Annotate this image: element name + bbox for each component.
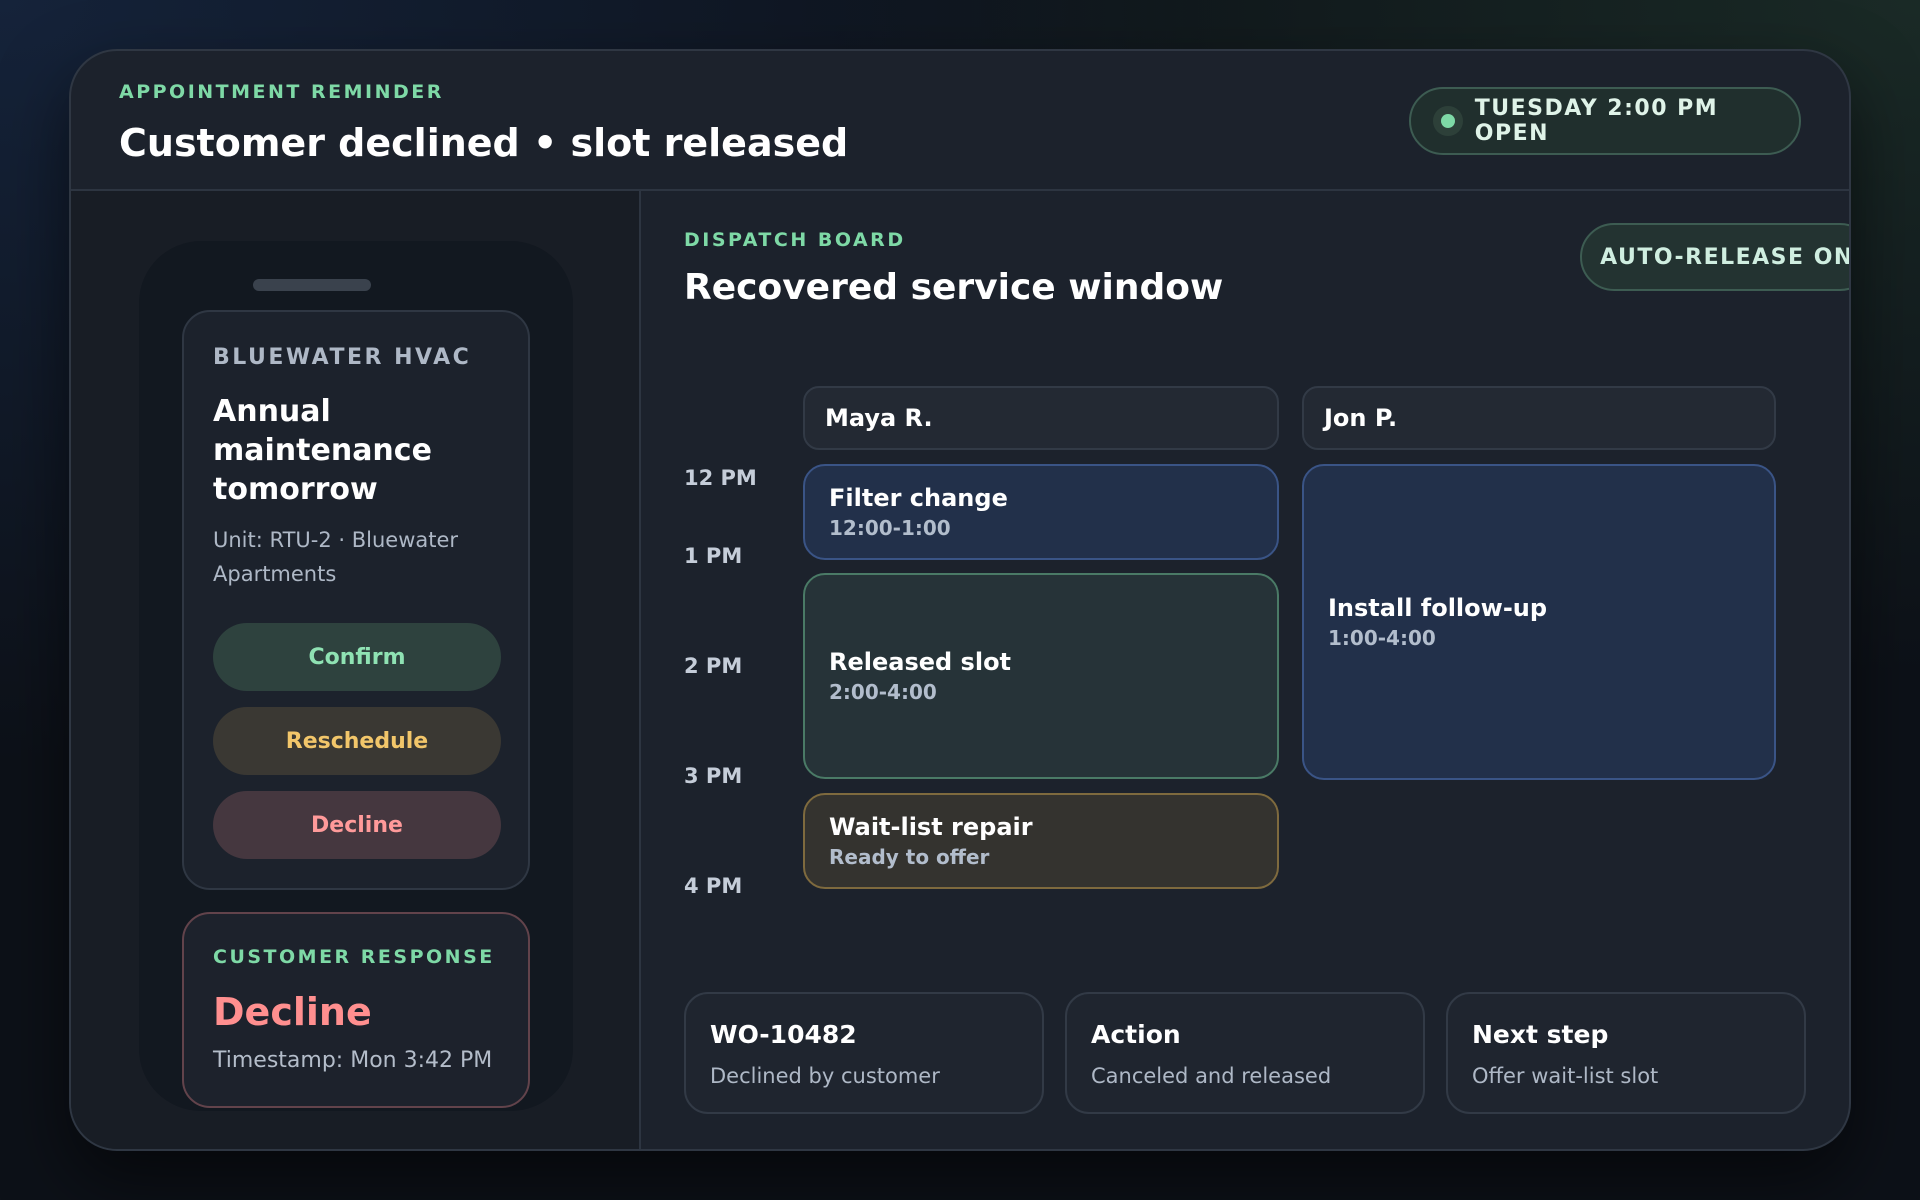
time-label-4pm: 4 PM [684, 874, 743, 898]
panel-header: APPOINTMENT REMINDER Customer declined •… [71, 51, 1849, 191]
reminder-panel: APPOINTMENT REMINDER Customer declined •… [69, 49, 1851, 1151]
dispatch-eyebrow: DISPATCH BOARD [684, 229, 906, 251]
next-step-card: Next step Offer wait-list slot [1446, 992, 1806, 1114]
appointment-released-slot[interactable]: Released slot 2:00-4:00 [803, 573, 1279, 779]
sms-reminder-card: BLUEWATER HVAC Annual maintenance tomorr… [182, 310, 530, 890]
dispatch-title: Recovered service window [684, 267, 1224, 308]
appointment-title: Filter change [829, 484, 1008, 512]
next-step-detail: Offer wait-list slot [1472, 1064, 1659, 1088]
auto-release-toggle[interactable]: AUTO-RELEASE ON [1580, 223, 1849, 291]
technician-column-jon: Jon P. [1302, 386, 1776, 450]
work-order-status: Declined by customer [710, 1064, 940, 1088]
time-label-2pm: 2 PM [684, 654, 743, 678]
page-title: Customer declined • slot released [119, 121, 849, 165]
time-label-3pm: 3 PM [684, 764, 743, 788]
work-order-card: WO-10482 Declined by customer [684, 992, 1044, 1114]
dispatch-board: DISPATCH BOARD Recovered service window … [643, 191, 1849, 1149]
customer-response-card: CUSTOMER RESPONSE Decline Timestamp: Mon… [182, 912, 530, 1108]
reschedule-button[interactable]: Reschedule [213, 707, 501, 775]
company-brand: BLUEWATER HVAC [213, 345, 472, 370]
appointment-title: Wait-list repair [829, 813, 1033, 841]
slot-status-label: TUESDAY 2:00 PM OPEN [1474, 96, 1719, 146]
next-step-title: Next step [1472, 1020, 1609, 1049]
appointment-title: Released slot [829, 648, 1012, 676]
response-timestamp: Timestamp: Mon 3:42 PM [213, 1048, 493, 1073]
action-detail: Canceled and released [1091, 1064, 1332, 1088]
appointment-time: 2:00-4:00 [829, 680, 937, 704]
status-dot-icon [1433, 106, 1463, 136]
header-eyebrow: APPOINTMENT REMINDER [119, 81, 444, 103]
appointment-install-follow-up[interactable]: Install follow-up 1:00-4:00 [1302, 464, 1776, 780]
confirm-button[interactable]: Confirm [213, 623, 501, 691]
response-eyebrow: CUSTOMER RESPONSE [213, 946, 495, 968]
appointment-time: Ready to offer [829, 845, 990, 869]
customer-phone-pane: BLUEWATER HVAC Annual maintenance tomorr… [71, 191, 641, 1149]
response-value: Decline [213, 990, 372, 1034]
action-title: Action [1091, 1020, 1181, 1049]
action-card: Action Canceled and released [1065, 992, 1425, 1114]
unit-location: Unit: RTU-2 · Bluewater Apartments [213, 528, 459, 586]
phone-speaker [253, 279, 371, 291]
appointment-wait-list-repair[interactable]: Wait-list repair Ready to offer [803, 793, 1279, 889]
appointment-time: 1:00-4:00 [1328, 626, 1436, 650]
appointment-title: Install follow-up [1328, 594, 1548, 622]
appointment-time: 12:00-1:00 [829, 516, 951, 540]
decline-button[interactable]: Decline [213, 791, 501, 859]
time-label-12pm: 12 PM [684, 466, 757, 490]
technician-column-maya: Maya R. [803, 386, 1279, 450]
reminder-title: Annual maintenance tomorrow [213, 394, 432, 507]
slot-status-badge: TUESDAY 2:00 PM OPEN [1409, 87, 1801, 155]
work-order-id: WO-10482 [710, 1020, 857, 1049]
time-label-1pm: 1 PM [684, 544, 743, 568]
appointment-filter-change[interactable]: Filter change 12:00-1:00 [803, 464, 1279, 560]
